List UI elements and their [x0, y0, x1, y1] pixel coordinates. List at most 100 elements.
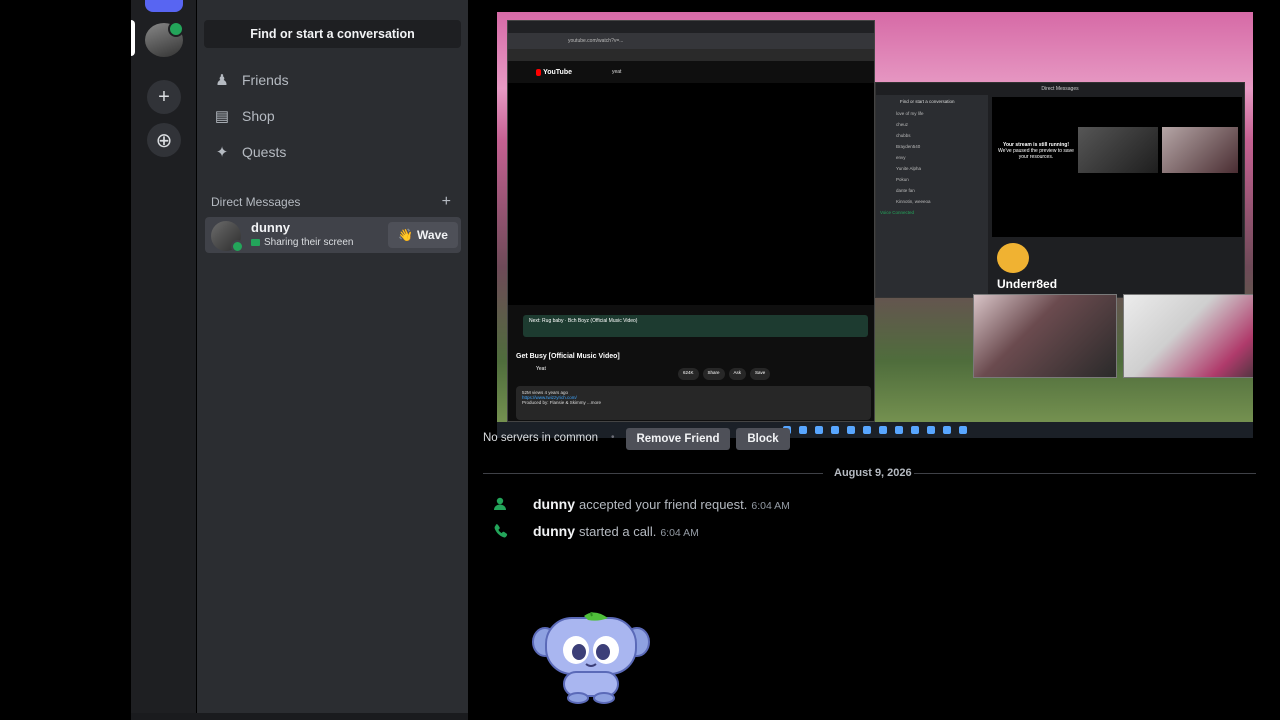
mini-dm: chubbs	[896, 133, 911, 138]
youtube-like: 624K	[678, 368, 699, 380]
bot-avatar-icon	[997, 243, 1029, 273]
youtube-actions: 624K Share Ask Save	[678, 368, 868, 380]
taskbar-icon	[927, 426, 935, 434]
quests-icon: ✦	[215, 144, 229, 161]
youtube-description: 52M views 4 years ago https://www.twizzy…	[516, 386, 871, 420]
mini-dm: dante fan	[896, 188, 915, 193]
message-text: started a call.	[579, 524, 657, 539]
plus-icon: +	[158, 85, 170, 108]
dm-status-text: Sharing their screen	[264, 237, 354, 248]
message-author[interactable]: dunny	[533, 496, 575, 512]
nav-friends[interactable]: ♟ Friends	[205, 63, 461, 97]
wumpus-sticker	[532, 612, 650, 704]
taskbar-icon	[943, 426, 951, 434]
browser-titlebar	[508, 21, 874, 33]
mini-dm: Kinnotin, weeeoa	[896, 199, 931, 204]
date-divider-line	[914, 473, 1256, 474]
youtube-produced: Produced by: Flansie & Skimmy ...more	[522, 400, 602, 405]
compass-icon: ⊕	[155, 129, 173, 152]
home-discord-icon[interactable]	[145, 0, 183, 12]
message-author[interactable]: dunny	[533, 523, 575, 539]
selected-pill	[131, 20, 135, 56]
phone-icon	[492, 523, 510, 539]
nav-label: Shop	[242, 108, 275, 124]
taskbar-icon	[863, 426, 871, 434]
add-dm-icon[interactable]: +	[442, 193, 451, 211]
youtube-video-title: Get Busy [Official Music Video]	[516, 353, 620, 360]
mini-thumbnail	[1162, 127, 1238, 173]
wave-button[interactable]: 👋 Wave	[388, 222, 458, 248]
youtube-logo-text: YouTube	[543, 68, 572, 76]
message-text: accepted your friend request.	[579, 497, 748, 512]
youtube-share: Share	[702, 368, 725, 380]
taskbar-icon	[799, 426, 807, 434]
add-server-button[interactable]: +	[147, 80, 181, 114]
separator-dot: •	[611, 432, 615, 443]
mini-header: Direct Messages	[876, 83, 1244, 95]
system-message: dunny accepted your friend request. 6:04…	[533, 496, 790, 512]
sidebar-footer	[131, 713, 468, 720]
wave-hand-icon: 👋	[398, 228, 414, 242]
mini-voice-connected: Voice Connected	[880, 210, 915, 215]
youtube-ask: Ask	[728, 368, 747, 380]
system-message: dunny started a call. 6:04 AM	[533, 523, 699, 539]
youtube-logo: YouTube	[536, 67, 572, 77]
dm-header-label: Direct Messages	[211, 195, 301, 209]
friend-add-icon	[492, 496, 510, 512]
nav-label: Quests	[242, 144, 287, 160]
bot-name: Underr8ed	[997, 277, 1058, 291]
taskbar-icon	[815, 426, 823, 434]
dm-status: Sharing their screen	[251, 237, 354, 248]
youtube-search: yeat	[612, 69, 622, 75]
shop-icon: ▤	[214, 108, 230, 125]
mini-discord-window: Direct Messages Find or start a conversa…	[875, 82, 1245, 298]
mini-dm: Brayden540	[896, 144, 921, 149]
date-divider-line	[483, 473, 823, 474]
dm-name: dunny	[251, 220, 290, 235]
youtube-video-player	[508, 83, 874, 305]
dm-header: Direct Messages +	[211, 193, 451, 211]
youtube-save: Save	[750, 368, 771, 380]
wave-label: Wave	[417, 228, 448, 242]
taskbar-icon	[847, 426, 855, 434]
remove-friend-button[interactable]: Remove Friend	[626, 428, 730, 450]
taskbar-icon	[959, 426, 967, 434]
mini-stream-area: Your stream is still running! We've paus…	[992, 97, 1242, 237]
date-divider: August 9, 2026	[834, 467, 912, 479]
browser-address-bar: youtube.com/watch?v=...	[508, 33, 874, 49]
screen-share-icon	[251, 239, 260, 246]
mini-search: Find or start a conversation	[900, 99, 955, 104]
taskbar-icon	[895, 426, 903, 434]
mini-dm: love of my life	[896, 111, 924, 116]
browser-window: youtube.com/watch?v=... YouTube yeat Nex…	[507, 20, 875, 422]
mini-stream-notice: Your stream is still running! We've paus…	[996, 142, 1076, 160]
nav-shop[interactable]: ▤ Shop	[205, 99, 461, 133]
youtube-play-icon	[536, 68, 542, 76]
mini-dm: envy	[896, 155, 906, 160]
mutual-servers-text: No servers in common	[483, 432, 599, 444]
taskbar-icon	[911, 426, 919, 434]
mini-dm: Pokun	[896, 177, 909, 182]
nav-quests[interactable]: ✦ Quests	[205, 135, 461, 169]
block-button[interactable]: Block	[736, 428, 790, 450]
browser-bookmarks-bar	[508, 49, 874, 61]
find-conversation-button[interactable]: Find or start a conversation	[204, 20, 461, 48]
taskbar-icon	[879, 426, 887, 434]
server-badge	[168, 21, 184, 37]
friends-icon: ♟	[215, 72, 229, 89]
message-timestamp: 6:04 AM	[660, 527, 699, 539]
online-status-dot	[231, 240, 244, 253]
taskbar-icon	[831, 426, 839, 434]
screen-share-stream[interactable]: youtube.com/watch?v=... YouTube yeat Nex…	[497, 12, 1253, 438]
youtube-up-next: Next: Rug baby · Bch Boyz (Official Musi…	[523, 315, 868, 337]
youtube-channel: Yeat	[536, 366, 546, 372]
mini-thumbnail	[1078, 127, 1158, 173]
message-timestamp: 6:04 AM	[751, 500, 790, 512]
mini-sidebar: Find or start a conversation love of my …	[876, 95, 988, 297]
mini-dm: cheuz	[896, 122, 909, 127]
mini-stream-sub: We've paused the preview to save your re…	[998, 148, 1074, 160]
camera-feed-1	[973, 294, 1117, 378]
mini-dm: Yunite Alpha	[896, 166, 922, 171]
camera-feed-2	[1123, 294, 1253, 378]
explore-button[interactable]: ⊕	[147, 123, 181, 157]
